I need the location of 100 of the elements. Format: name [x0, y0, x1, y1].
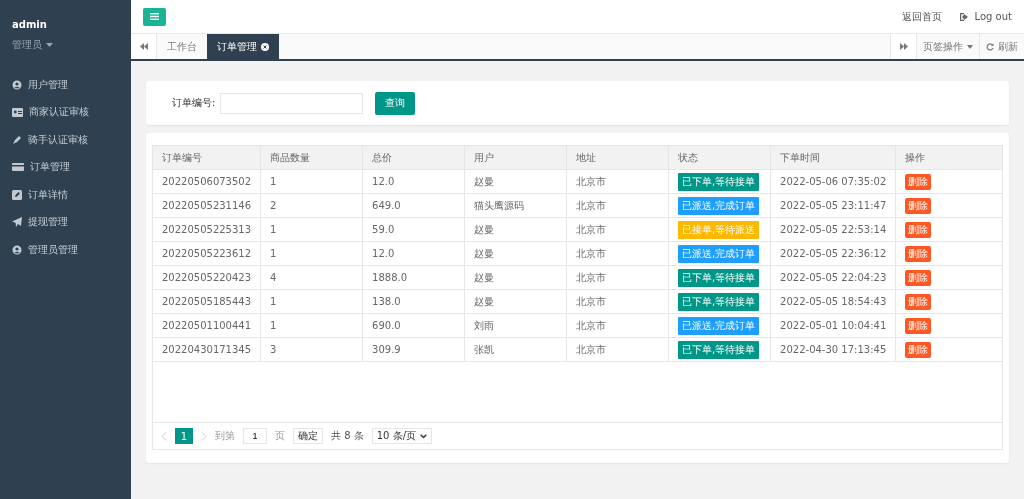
table-cell: 赵曼	[464, 217, 567, 242]
table-cell: 1	[260, 313, 363, 338]
user-icon	[12, 244, 22, 255]
table-cell: 2022-04-30 17:13:45	[770, 337, 896, 362]
page-number-field[interactable]: 1	[243, 428, 267, 444]
home-link[interactable]: 返回首页	[901, 9, 942, 24]
status-badge: 已接单,等待派送	[678, 220, 760, 239]
table-cell: 赵曼	[464, 241, 567, 266]
page-size-select[interactable]: 10 条/页	[371, 428, 432, 444]
delete-button[interactable]: 删除	[905, 341, 932, 358]
table-cell: 1888.0	[362, 265, 465, 290]
menu-icon	[150, 13, 159, 20]
user-name: admin	[12, 19, 47, 30]
table-cell: 赵曼	[464, 169, 567, 194]
chevron-down-icon	[420, 433, 427, 439]
user-icon	[12, 79, 22, 90]
status-badge: 已派送,完成订单	[678, 196, 760, 215]
logout-link[interactable]: Log out	[959, 9, 1012, 24]
table-cell: 2022-05-05 22:36:12	[770, 241, 896, 266]
table-cell: 690.0	[362, 313, 465, 338]
delete-button[interactable]: 删除	[905, 197, 932, 214]
table-cell: 刘雨	[464, 313, 567, 338]
page-tab[interactable]: 工作台	[157, 34, 207, 59]
goto-label: 到第	[215, 429, 235, 443]
confirm-button[interactable]: 确定	[293, 428, 323, 444]
close-icon[interactable]	[261, 42, 269, 51]
caret-icon	[967, 44, 973, 49]
table-cell: 北京市	[566, 337, 669, 362]
table-cell: 2022-05-05 22:04:23	[770, 265, 896, 290]
table-cell: 北京市	[566, 265, 669, 290]
column-header: 商品数量	[260, 146, 363, 170]
tab-actions-dropdown[interactable]: 页签操作	[916, 34, 979, 59]
scroll-right-button[interactable]	[890, 34, 916, 59]
table-cell: 2022-05-05 18:54:43	[770, 289, 896, 314]
table-cell: 12.0	[362, 169, 465, 194]
caret-icon	[46, 43, 53, 47]
sidebar-item[interactable]: 骑手认证审核	[0, 126, 131, 154]
sidebar-item[interactable]: 订单管理	[0, 153, 131, 181]
status-badge: 已下单,等待接单	[678, 292, 760, 311]
page-tab[interactable]: 订单管理	[207, 34, 279, 59]
send-icon	[12, 217, 22, 228]
table-cell: 649.0	[362, 193, 465, 218]
page-button[interactable]: 1	[175, 428, 193, 444]
delete-button[interactable]: 删除	[905, 221, 932, 238]
table-cell: 北京市	[566, 313, 669, 338]
delete-button[interactable]: 删除	[905, 317, 932, 334]
table-cell: 猫头鹰源码	[464, 193, 567, 218]
table-cell: 2022-05-06 07:35:02	[770, 169, 896, 194]
sidebar-item[interactable]: 订单详情	[0, 181, 131, 209]
scroll-left-button[interactable]	[131, 34, 157, 59]
table-cell: 2022-05-05 22:53:14	[770, 217, 896, 242]
table-cell: 2022-05-01 10:04:41	[770, 313, 896, 338]
column-header: 订单编号	[153, 146, 261, 170]
table-cell: 北京市	[566, 241, 669, 266]
table-cell: 12.0	[362, 241, 465, 266]
table-cell: 北京市	[566, 169, 669, 194]
edit-icon	[12, 189, 22, 200]
table-cell: 309.9	[362, 337, 465, 362]
role-dropdown[interactable]: 管理员	[12, 38, 53, 52]
table-cell: 59.0	[362, 217, 465, 242]
table-cell: 4	[260, 265, 363, 290]
delete-button[interactable]: 删除	[905, 293, 932, 310]
status-badge: 已下单,等待接单	[678, 172, 760, 191]
status-badge: 已派送,完成订单	[678, 244, 760, 263]
sidebar-item[interactable]: 用户管理	[0, 71, 131, 99]
sidebar-item[interactable]: 提现管理	[0, 208, 131, 236]
table-cell: 北京市	[566, 217, 669, 242]
credit-card-icon	[12, 163, 24, 172]
delete-button[interactable]: 删除	[905, 173, 932, 190]
column-header: 总价	[362, 146, 465, 170]
table-cell: 1	[260, 289, 363, 314]
table-cell: 北京市	[566, 289, 669, 314]
delete-button[interactable]: 删除	[905, 269, 932, 286]
table-cell: 2	[260, 193, 363, 218]
table-cell: 20220505223612	[153, 241, 261, 266]
table-cell: 20220505220423	[153, 265, 261, 290]
menu-button[interactable]	[143, 7, 166, 26]
refresh-button[interactable]: 刷新	[979, 34, 1024, 59]
table-cell: 张凯	[464, 337, 567, 362]
table-cell: 1	[260, 217, 363, 242]
table-cell: 20220505231146	[153, 193, 261, 218]
table-cell: 20220505185443	[153, 289, 261, 314]
order-number-field[interactable]	[220, 92, 363, 114]
refresh-icon	[986, 42, 994, 51]
column-header: 用户	[464, 146, 567, 170]
table-cell: 2022-05-05 23:11:47	[770, 193, 896, 218]
tab-label[interactable]: 工作台	[167, 39, 197, 54]
table-cell: 1	[260, 169, 363, 194]
status-badge: 已派送,完成订单	[678, 316, 760, 335]
table-cell: 20220430171345	[153, 337, 261, 362]
column-header: 下单时间	[770, 146, 896, 170]
column-header: 状态	[668, 146, 771, 170]
delete-button[interactable]: 删除	[905, 245, 932, 262]
tab-label[interactable]: 订单管理	[217, 39, 257, 54]
search-button[interactable]: 查询	[375, 91, 415, 115]
table-cell: 1	[260, 241, 363, 266]
sidebar-item[interactable]: 商家认证审核	[0, 98, 131, 126]
sidebar-item[interactable]: 管理员管理	[0, 236, 131, 264]
double-right-arrow-icon	[899, 43, 908, 50]
search-label: 订单编号:	[172, 96, 217, 110]
